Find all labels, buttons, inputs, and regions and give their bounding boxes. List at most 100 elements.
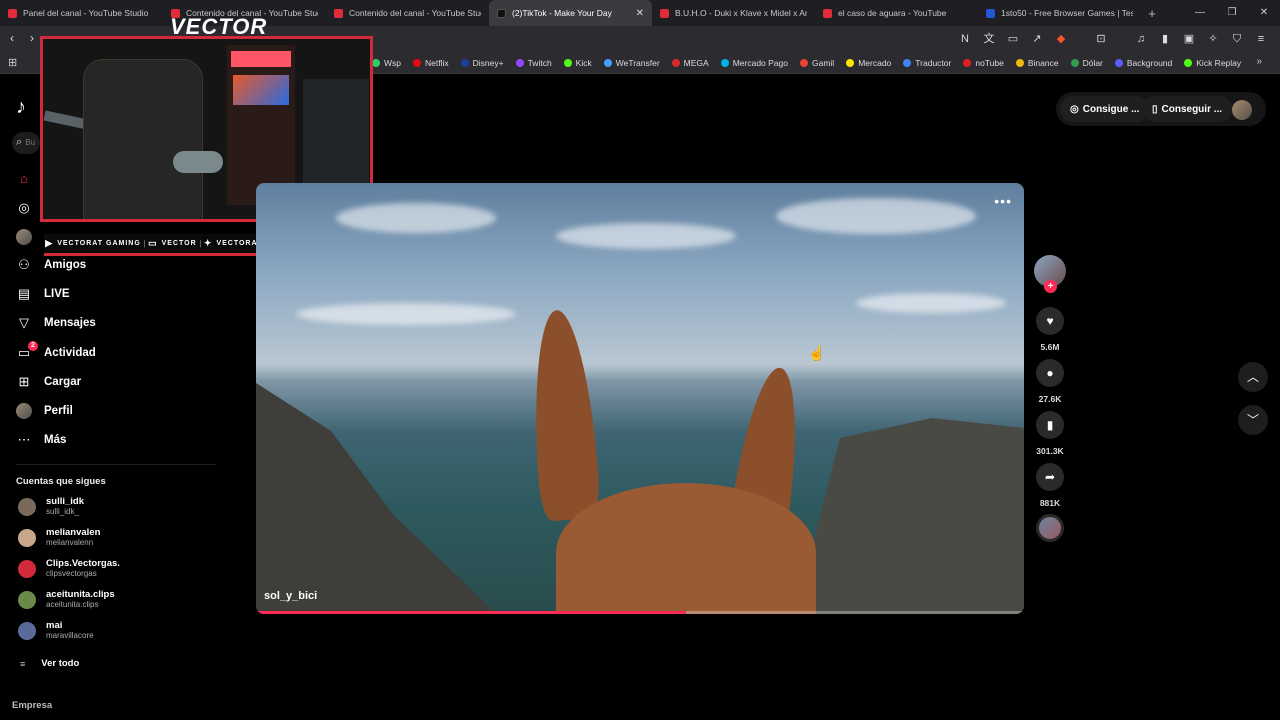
bookmark-item[interactable]: noTube [963,58,1004,68]
search-icon: ⌕ [16,136,23,148]
tiktok-logo[interactable]: ♪ [16,96,26,119]
more-bookmarks-icon[interactable]: » [1256,56,1262,67]
search-placeholder: Bu [25,138,36,147]
close-window-icon[interactable]: ✕ [1248,0,1280,26]
social-label: VECTOR [161,240,197,247]
browser-tab[interactable]: Contenido del canal - YouTube Studi [326,0,489,26]
bookmark-item[interactable]: WeTransfer [603,58,660,68]
next-video-button[interactable]: ﹀ [1238,405,1268,435]
music-icon[interactable]: ♫ [1132,30,1150,48]
bookmark-item[interactable]: Wsp [372,58,401,68]
bookmark-item[interactable]: Netflix [413,58,449,68]
restore-icon[interactable]: ❐ [1216,0,1248,26]
comment-icon: ● [1046,366,1054,380]
browser-tab[interactable]: (2)TikTok - Make Your Day ✕ [489,0,652,26]
save-count: 301.3K [1036,446,1064,456]
social-divider: | [143,239,146,248]
bookmark-item[interactable]: Mercado Pago [720,58,788,68]
bookmark-favicon-icon [1184,59,1193,67]
wallet-icon[interactable]: ▣ [1180,30,1198,48]
bookmark-item[interactable]: Binance [1015,58,1059,68]
nav-live[interactable]: ▤ LIVE [16,283,70,305]
apps-grid-icon[interactable]: ⊞ [8,56,17,69]
browser-tab[interactable]: B.U.H.O - Duki x Klave x Midel x Arse [652,0,815,26]
bookmark-list: Wsp Netflix Disney+ Twitch Kick WeTransfer MEG… [372,52,1253,74]
cast-icon[interactable]: ▭ [1004,30,1022,48]
following-item[interactable]: mai maravillacore [18,620,94,641]
bookmark-item[interactable]: Kick Replay [1184,58,1241,68]
bookmark-item[interactable]: Traductor [903,58,951,68]
minimize-icon[interactable]: — [1184,0,1216,26]
user-avatar[interactable] [1232,100,1252,120]
nav-friends[interactable]: ⚇ Amigos [16,254,86,276]
bookmark-favicon-icon [563,59,572,67]
avatar [18,528,36,547]
bookmark-favicon-icon [515,59,524,67]
comment-button[interactable]: ● [1036,359,1064,387]
like-button[interactable]: ♥ [1036,307,1064,335]
nav-activity[interactable]: ▭ 2 Actividad [16,341,96,364]
browser-tab[interactable]: el caso de aguara - YouTube [815,0,978,26]
browser-tab[interactable]: 1sto50 - Free Browser Games | Test Y [978,0,1141,26]
forward-icon[interactable]: › [30,31,34,45]
chevron-up-icon: ︿ [1246,370,1259,384]
upload-icon: ⊞ [18,374,30,389]
vpn-icon[interactable]: ⛉ [1228,30,1246,48]
arcade-cabinet [227,45,295,205]
search-input[interactable]: ⌕ Bu [12,132,40,154]
following-item[interactable]: melianvalen melianvalenn [18,527,100,548]
get-coins-button[interactable]: ◎ Consigue ... [1060,96,1150,122]
nav-more[interactable]: ⋯ Más [16,429,67,451]
new-tab-button[interactable]: + [1141,6,1163,21]
menu-icon[interactable]: ≡ [1252,30,1270,48]
bookmark-label: Traductor [915,58,952,68]
bookmark-item[interactable]: Disney+ [460,58,504,68]
leo-icon[interactable]: ✧ [1204,30,1222,48]
arcade-marquee [231,51,291,67]
bookmark-label: Wsp [384,58,401,68]
share-icon[interactable]: ↗ [1028,30,1046,48]
bookmark-label: MEGA [683,58,709,68]
brave-shield-icon[interactable]: ◆ [1052,30,1070,48]
see-all-button[interactable]: ≡ Ver todo [20,658,79,669]
bookmark-item[interactable]: MEGA [671,58,709,68]
get-app-button[interactable]: ▯ Conseguir ... [1142,96,1233,122]
bookmark-favicon-icon [800,59,808,67]
left-cliff [256,383,506,614]
video-author[interactable]: sol_y_bici [264,590,317,602]
bookmark-item[interactable]: Mercado [846,58,891,68]
nav-messages[interactable]: ▽ Mensajes [16,312,96,334]
sound-disc-avatar[interactable] [1036,514,1064,542]
nav-following[interactable] [16,226,44,248]
activity-icon: ▭ 2 [16,341,38,361]
bookmark-item[interactable]: Twitch [515,58,552,68]
video-more-icon[interactable]: ••• [994,193,1012,209]
follow-plus-icon[interactable]: + [1044,280,1057,293]
bookmark-item[interactable]: Kick [563,58,592,68]
screenshot-icon[interactable]: ⊡ [1092,30,1110,48]
save-button[interactable]: ▮ [1036,411,1064,439]
reader-icon[interactable]: N [956,30,974,48]
bookmark-favicon-icon [1015,59,1024,67]
close-tab-icon[interactable]: ✕ [636,8,644,19]
bookmark-item[interactable]: Gamil [800,58,834,68]
avatar [18,621,36,640]
video-player[interactable]: ••• sol_y_bici [256,183,1024,614]
sidebar-icon[interactable]: ▮ [1156,30,1174,48]
nav-upload[interactable]: ⊞ Cargar [16,371,82,393]
browser-tab-label: Panel del canal - YouTube Studio [23,8,149,18]
following-item[interactable]: sulli_idk sulli_idk_ [18,496,84,517]
translate-icon[interactable]: 文 [980,30,998,48]
previous-video-button[interactable]: ︿ [1238,362,1268,392]
following-item[interactable]: aceitunita.clips aceitunita.clips [18,589,115,610]
bookmark-item[interactable]: Background [1114,58,1172,68]
following-name: aceitunita.clips [46,589,115,600]
following-item[interactable]: Clips.Vectorgas. clipsvectorgas [18,558,120,579]
company-link[interactable]: Empresa [12,700,52,711]
back-icon[interactable]: ‹ [10,31,14,45]
share-button[interactable]: ➦ [1036,463,1064,491]
nav-profile[interactable]: Perfil [16,400,73,422]
bookmark-item[interactable]: Dólar [1070,58,1103,68]
browser-tab[interactable]: Panel del canal - YouTube Studio [0,0,163,26]
avatar [18,590,36,609]
